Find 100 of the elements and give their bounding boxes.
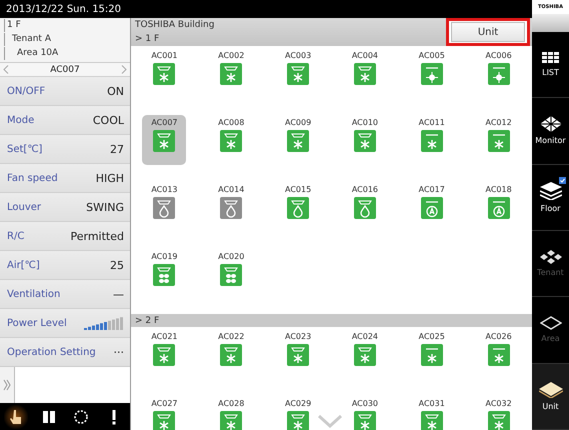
unit-tile[interactable]: AC001 xyxy=(142,48,186,98)
floor-bar: > 2 F xyxy=(131,314,532,327)
unit-tile[interactable]: AC012 xyxy=(476,115,521,165)
unit-tile[interactable]: AC011 xyxy=(410,115,454,165)
unit-tile[interactable]: AC010 xyxy=(342,115,387,165)
unit-tile[interactable]: AC023 xyxy=(276,329,320,379)
property-value: SWING xyxy=(86,200,124,214)
unit-name: AC031 xyxy=(418,399,445,408)
header-strip xyxy=(532,14,569,32)
unit-tile[interactable]: AC004 xyxy=(342,48,387,98)
unit-name: AC002 xyxy=(218,51,244,60)
unit-tile[interactable]: AC017 xyxy=(410,182,454,232)
property-label: Louver xyxy=(7,202,42,212)
unit-name: AC013 xyxy=(151,185,178,194)
unit-tile[interactable]: AC002 xyxy=(209,48,254,98)
property-label: Ventilation xyxy=(7,288,60,300)
unit-name: AC028 xyxy=(218,399,244,408)
unit-name: AC001 xyxy=(151,51,178,60)
unit-tile[interactable]: AC016 xyxy=(342,182,387,232)
diamond-grid-icon xyxy=(540,116,562,132)
unit-name: AC010 xyxy=(352,118,378,127)
unit-name: AC029 xyxy=(284,399,312,408)
pause-icon xyxy=(42,410,56,424)
unit-tile[interactable]: AC027 xyxy=(142,396,186,430)
dotted-circle-icon xyxy=(73,408,90,424)
unit-tile[interactable]: AC022 xyxy=(209,329,254,379)
building-name: TOSHIBA Building xyxy=(135,20,214,30)
property-row[interactable]: Ventilation — xyxy=(0,279,130,308)
property-label: Air[℃] xyxy=(7,260,40,270)
unit-name: AC027 xyxy=(151,399,178,408)
unit-name: AC005 xyxy=(418,51,445,60)
property-row[interactable]: Fan speed HIGH xyxy=(0,163,130,192)
property-value: COOL xyxy=(92,114,124,126)
property-label: Fan speed xyxy=(7,172,58,184)
unit-tile[interactable]: AC003 xyxy=(276,48,320,98)
property-row[interactable]: ON/OFF ON xyxy=(0,76,130,105)
unit-name: AC008 xyxy=(218,118,244,127)
unit-name: AC030 xyxy=(352,399,378,408)
unit-tile[interactable]: AC008 xyxy=(209,115,254,165)
unit-name: AC009 xyxy=(284,118,312,127)
unit-tile[interactable]: AC021 xyxy=(142,329,186,379)
property-row[interactable]: R/C Permitted xyxy=(0,221,130,250)
unit-tile[interactable]: AC029 xyxy=(276,396,320,430)
property-value: Permitted xyxy=(70,230,124,242)
unit-tile[interactable]: AC018 xyxy=(476,182,521,232)
diamond-outline-icon xyxy=(540,316,562,330)
unit-tile[interactable]: AC019 xyxy=(142,249,186,299)
double-chevron-icon[interactable] xyxy=(3,379,11,391)
property-row[interactable]: Set[℃] 27 xyxy=(0,134,130,163)
property-value: HIGH xyxy=(96,172,124,184)
tree-item[interactable]: 1 F xyxy=(4,19,126,32)
toolbar-button[interactable] xyxy=(4,404,28,428)
unit-name: AC011 xyxy=(418,118,445,127)
view-button[interactable]: Unit xyxy=(451,22,525,42)
unit-tile[interactable]: AC024 xyxy=(342,329,387,379)
unit-name: AC021 xyxy=(151,332,178,341)
unit-tile[interactable]: AC030 xyxy=(342,396,387,430)
unit-tile[interactable]: AC013 xyxy=(142,182,186,232)
property-label: Power Level xyxy=(7,318,67,328)
property-row[interactable]: Operation Setting ··· xyxy=(0,337,130,366)
unit-tile[interactable]: AC006 xyxy=(476,48,521,98)
tree-item[interactable]: Area 10A xyxy=(4,47,126,60)
property-value: — xyxy=(113,288,124,300)
unit-tile[interactable]: AC026 xyxy=(476,329,521,379)
unit-name: AC025 xyxy=(418,332,445,341)
unit-name: AC006 xyxy=(485,51,512,60)
property-label: Operation Setting xyxy=(7,346,96,358)
property-label: R/C xyxy=(7,230,24,242)
unit-name: AC032 xyxy=(485,399,512,408)
property-label: Mode xyxy=(7,114,34,126)
tree-item[interactable]: Tenant A xyxy=(4,33,126,46)
unit-name: AC017 xyxy=(418,185,445,194)
unit-tile[interactable]: AC005 xyxy=(410,48,454,98)
unit-tile[interactable]: AC028 xyxy=(209,396,254,430)
unit-name: AC018 xyxy=(485,185,512,194)
unit-tile[interactable]: AC031 xyxy=(410,396,454,430)
unit-name: AC014 xyxy=(218,185,244,194)
property-label: Set[℃] xyxy=(7,144,42,154)
selected-unit-tile[interactable]: AC007 xyxy=(142,115,186,165)
property-row[interactable]: Louver SWING xyxy=(0,192,130,221)
property-row[interactable]: Air[℃] 25 xyxy=(0,250,130,279)
unit-tile[interactable]: AC025 xyxy=(410,329,454,379)
unit-name: AC007 xyxy=(50,64,80,74)
nav-button[interactable]: Unit xyxy=(532,364,569,430)
unit-name: AC012 xyxy=(485,118,512,127)
unit-tile[interactable]: AC014 xyxy=(209,182,254,232)
unit-name: AC026 xyxy=(485,332,512,341)
property-row[interactable]: Power Level xyxy=(0,308,130,337)
unit-name: AC003 xyxy=(284,51,312,60)
unit-tile[interactable]: AC020 xyxy=(209,249,254,299)
diamonds-icon xyxy=(540,250,562,264)
unit-name: AC004 xyxy=(352,51,378,60)
unit-name: AC022 xyxy=(218,332,244,341)
unit-tile[interactable]: AC015 xyxy=(276,182,320,232)
unit-tile[interactable]: AC009 xyxy=(276,115,320,165)
property-value: 25 xyxy=(110,258,124,272)
alert-icon xyxy=(110,408,117,424)
unit-tile[interactable]: AC032 xyxy=(476,396,521,430)
property-row[interactable]: Mode COOL xyxy=(0,105,130,134)
property-value: 27 xyxy=(110,142,124,156)
